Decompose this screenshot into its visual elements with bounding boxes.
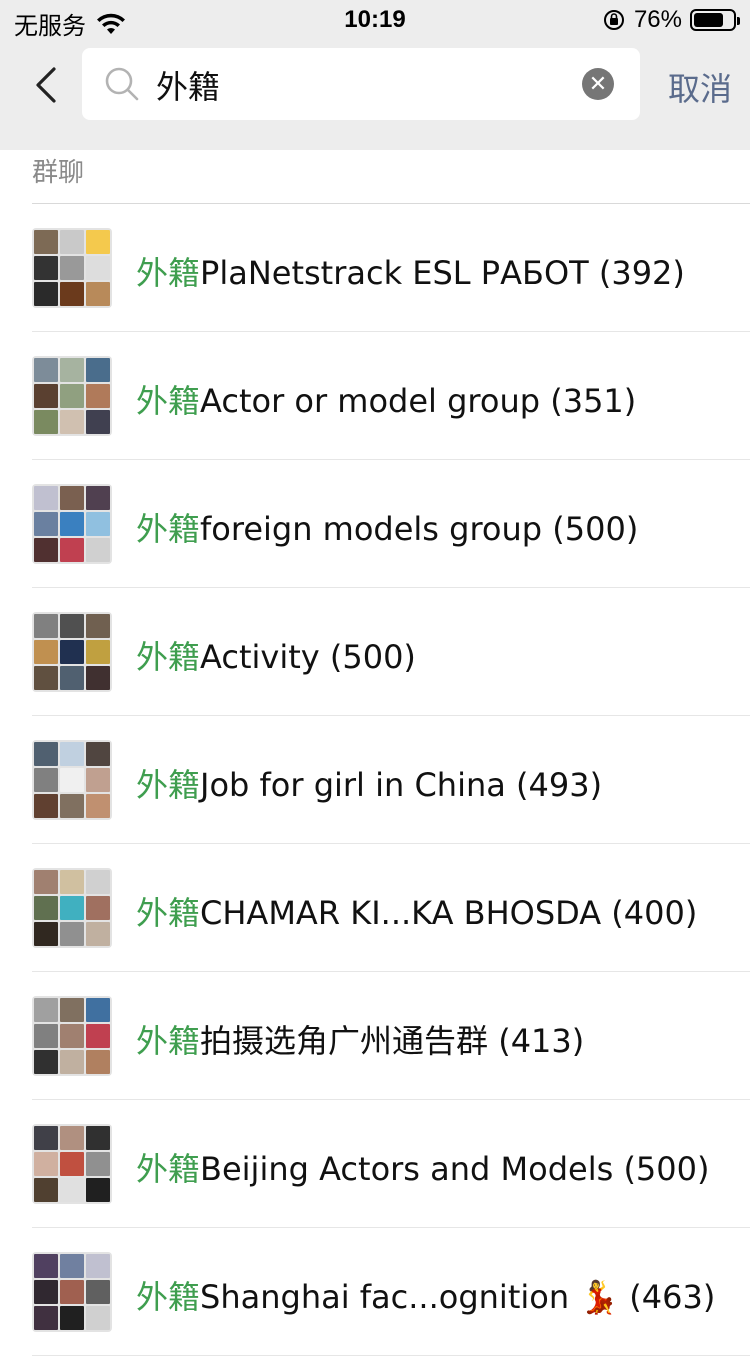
group-avatar — [32, 868, 112, 948]
search-header: ✕ 取消 — [0, 40, 750, 150]
list-item[interactable]: 外籍Shanghai fac...ognition 💃 (463) — [0, 1228, 750, 1356]
member-count: (392) — [598, 254, 685, 292]
battery-percent: 76% — [633, 6, 682, 33]
list-item[interactable]: 外籍Beijing Actors and Models (500) — [0, 1100, 750, 1228]
group-name: 外籍Actor or model group (351) — [136, 376, 636, 422]
group-avatar — [32, 1124, 112, 1204]
group-avatar — [32, 228, 112, 308]
member-count: (463) — [629, 1278, 716, 1316]
highlighted-keyword: 外籍 — [136, 382, 201, 420]
group-title: CHAMAR KI...KA BHOSDA — [200, 894, 602, 932]
member-count: (493) — [516, 766, 603, 804]
search-input[interactable] — [154, 62, 578, 108]
cancel-button[interactable]: 取消 — [668, 64, 732, 110]
list-item[interactable]: 外籍foreign models group (500) — [0, 460, 750, 588]
highlighted-keyword: 外籍 — [136, 1022, 201, 1060]
clear-icon[interactable]: ✕ — [582, 68, 614, 100]
group-chat-results: 外籍PlaNetstrack ESL РАБОТ (392) 外籍Actor or… — [0, 204, 750, 1356]
group-avatar — [32, 740, 112, 820]
member-count: (500) — [329, 638, 416, 676]
member-count: (351) — [550, 382, 637, 420]
orientation-lock-icon — [603, 10, 624, 30]
group-title: foreign models group — [200, 510, 543, 548]
highlighted-keyword: 外籍 — [136, 766, 201, 804]
group-avatar — [32, 356, 112, 436]
group-avatar — [32, 612, 112, 692]
member-count: (400) — [611, 894, 698, 932]
battery-level — [694, 13, 723, 27]
group-title: Shanghai fac...ognition 💃 — [200, 1278, 620, 1316]
group-name: 外籍Activity (500) — [136, 632, 416, 678]
group-name: 外籍Beijing Actors and Models (500) — [136, 1144, 709, 1190]
highlighted-keyword: 外籍 — [136, 254, 201, 292]
member-count: (500) — [552, 510, 639, 548]
highlighted-keyword: 外籍 — [136, 638, 201, 676]
member-count: (413) — [498, 1022, 585, 1060]
highlighted-keyword: 外籍 — [136, 1150, 201, 1188]
group-avatar — [32, 1252, 112, 1332]
group-name: 外籍PlaNetstrack ESL РАБОТ (392) — [136, 248, 685, 294]
search-icon — [105, 67, 139, 101]
group-name: 外籍Shanghai fac...ognition 💃 (463) — [136, 1272, 715, 1318]
group-title: Activity — [200, 638, 320, 676]
group-title: Job for girl in China — [200, 766, 506, 804]
list-item[interactable]: 外籍PlaNetstrack ESL РАБОТ (392) — [0, 204, 750, 332]
search-box[interactable]: ✕ — [82, 48, 640, 120]
list-item[interactable]: 外籍Actor or model group (351) — [0, 332, 750, 460]
highlighted-keyword: 外籍 — [136, 510, 201, 548]
back-icon[interactable] — [30, 65, 64, 105]
group-title: PlaNetstrack ESL РАБОТ — [200, 254, 589, 292]
group-avatar — [32, 484, 112, 564]
group-avatar — [32, 996, 112, 1076]
status-right: 76% — [602, 6, 740, 34]
list-item[interactable]: 外籍拍摄选角广州通告群 (413) — [0, 972, 750, 1100]
highlighted-keyword: 外籍 — [136, 894, 201, 932]
member-count: (500) — [623, 1150, 710, 1188]
status-bar: 无服务 10:19 76% — [0, 0, 750, 40]
group-title: 拍摄选角广州通告群 — [200, 1022, 489, 1060]
group-name: 外籍Job for girl in China (493) — [136, 760, 602, 806]
highlighted-keyword: 外籍 — [136, 1278, 201, 1316]
group-name: 外籍CHAMAR KI...KA BHOSDA (400) — [136, 888, 697, 934]
section-title: 群聊 — [32, 158, 85, 188]
list-item[interactable]: 外籍Job for girl in China (493) — [0, 716, 750, 844]
group-name: 外籍foreign models group (500) — [136, 504, 638, 550]
list-item[interactable]: 外籍CHAMAR KI...KA BHOSDA (400) — [0, 844, 750, 972]
list-item[interactable]: 外籍Activity (500) — [0, 588, 750, 716]
group-title: Actor or model group — [200, 382, 541, 420]
group-name: 外籍拍摄选角广州通告群 (413) — [136, 1016, 584, 1062]
group-title: Beijing Actors and Models — [200, 1150, 614, 1188]
battery-icon — [690, 9, 740, 31]
